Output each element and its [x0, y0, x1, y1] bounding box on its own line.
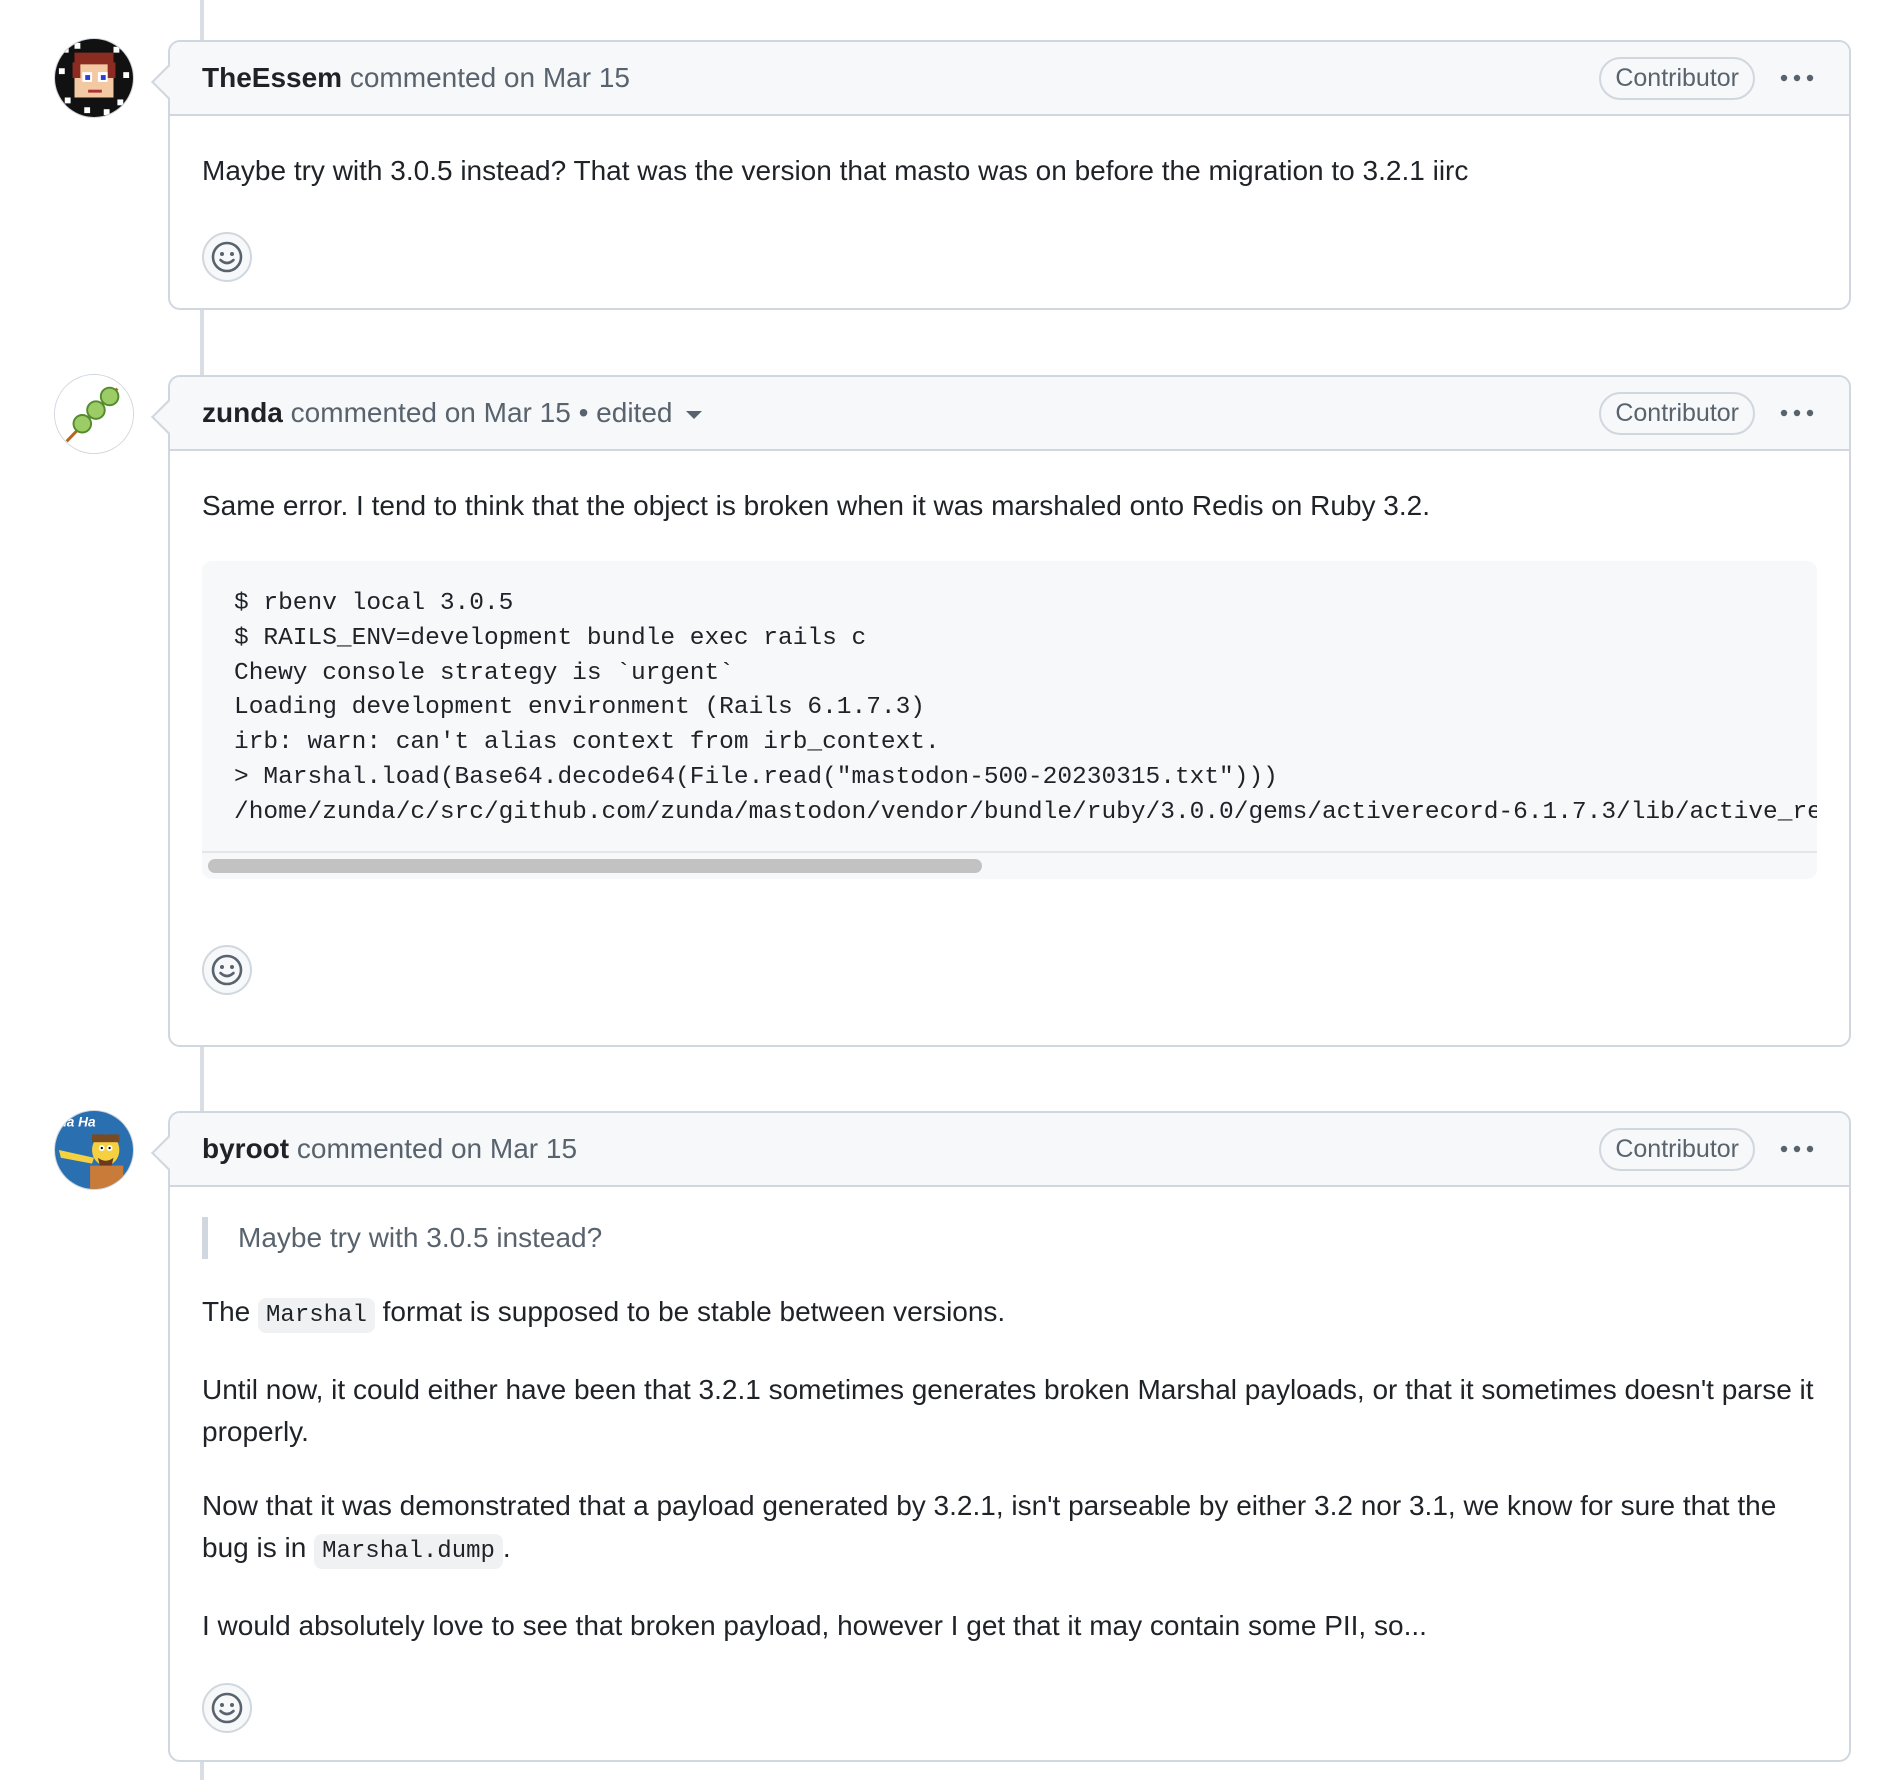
code-line: > Marshal.load(Base64.decode64(File.read… [234, 763, 1278, 791]
inline-code: Marshal.dump [314, 1534, 503, 1569]
avatar-theessem[interactable] [54, 38, 134, 118]
code-line: Loading development environment (Rails 6… [234, 694, 926, 722]
inline-code: Marshal [258, 1298, 375, 1333]
code-line: $ rbenv local 3.0.5 [234, 590, 514, 617]
more-options-icon[interactable] [1777, 1134, 1817, 1164]
comment-body: Maybe try with 3.0.5 instead? That was t… [170, 116, 1849, 312]
comment-paragraph: Until now, it could either have been tha… [202, 1374, 1814, 1447]
comment-author[interactable]: byroot [202, 1133, 289, 1164]
code-line: $ RAILS_ENV=development bundle exec rail… [234, 624, 867, 652]
comment-author[interactable]: TheEssem [202, 62, 342, 93]
more-options-icon[interactable] [1777, 398, 1817, 428]
more-options-icon[interactable] [1777, 63, 1817, 93]
add-reaction-button[interactable] [202, 232, 252, 282]
code-content: $ rbenv local 3.0.5 $ RAILS_ENV=developme… [202, 561, 1817, 851]
code-line: irb: warn: can't alias context from irb_… [234, 729, 940, 757]
comment-card: TheEssem commented on Mar 15 Contributor… [168, 40, 1851, 310]
dango-avatar-icon [55, 375, 133, 453]
comment-text: Maybe try with 3.0.5 instead? That was t… [202, 155, 1469, 186]
smiley-icon [211, 241, 243, 273]
add-reaction-button[interactable] [202, 944, 252, 995]
add-reaction-button[interactable] [202, 1683, 252, 1733]
role-badge: Contributor [1599, 391, 1755, 435]
comment-body: Maybe try with 3.0.5 instead? The Marsha… [170, 1187, 1849, 1763]
code-block[interactable]: $ rbenv local 3.0.5 $ RAILS_ENV=developme… [202, 561, 1817, 879]
comment-paragraph: Now that it was demonstrated that a payl… [202, 1485, 1817, 1573]
comment-header: TheEssem commented on Mar 15 Contributor [170, 42, 1849, 116]
comment-timestamp[interactable]: commented on Mar 15 • edited [283, 397, 673, 428]
comment-timestamp: commented on Mar 15 [289, 1133, 578, 1164]
comment-header: byroot commented on Mar 15 Contributor [170, 1113, 1849, 1187]
pixel-face-avatar-icon [55, 39, 133, 117]
cartoon-avatar-icon: Ha Ha [55, 1111, 133, 1189]
comment-text: Same error. I tend to think that the obj… [202, 490, 1431, 521]
smiley-icon [211, 1692, 243, 1724]
blockquote: Maybe try with 3.0.5 instead? [202, 1217, 1817, 1259]
code-line: /home/zunda/c/src/github.com/zunda/masto… [234, 798, 1817, 826]
comment-card: byroot commented on Mar 15 Contributor M… [168, 1111, 1851, 1762]
comment-author[interactable]: zunda [202, 397, 283, 428]
smiley-icon [211, 954, 243, 985]
scrollbar-thumb[interactable] [208, 858, 982, 873]
avatar-byroot[interactable]: Ha Ha [54, 1110, 134, 1190]
comment-header: zunda commented on Mar 15 • edited Contr… [170, 377, 1849, 451]
comment-body: Same error. I tend to think that the obj… [170, 451, 1849, 1025]
comment-timestamp: commented on Mar 15 [342, 62, 630, 93]
comment-paragraph: The Marshal format is supposed to be sta… [202, 1291, 1817, 1337]
avatar-lettering: Ha Ha [57, 1115, 96, 1130]
avatar-zunda[interactable] [54, 374, 134, 454]
comment-paragraph: I would absolutely love to see that brok… [202, 1610, 1427, 1641]
role-badge: Contributor [1599, 1127, 1755, 1171]
code-line: Chewy console strategy is `urgent` [234, 659, 734, 687]
role-badge: Contributor [1599, 56, 1755, 100]
horizontal-scrollbar[interactable] [202, 850, 1817, 879]
edited-dropdown-icon[interactable] [686, 410, 703, 419]
comment-card: zunda commented on Mar 15 • edited Contr… [168, 375, 1851, 1047]
